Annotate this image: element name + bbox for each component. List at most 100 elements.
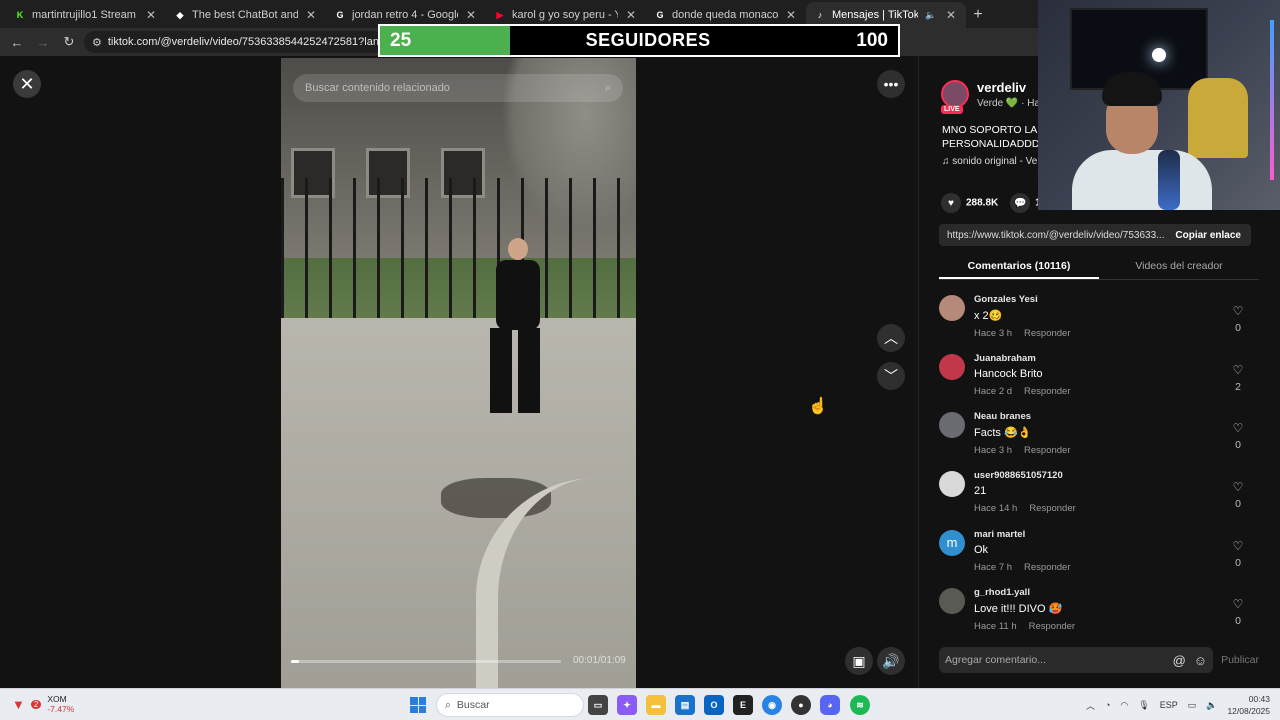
video-player[interactable]: Buscar contenido relacionado ⌕ 00:01/01:… bbox=[281, 58, 636, 688]
comment-avatar[interactable]: m bbox=[939, 529, 965, 556]
video-progress-bar[interactable] bbox=[291, 660, 561, 663]
comment-avatar[interactable] bbox=[939, 588, 965, 615]
video-link-text[interactable]: https://www.tiktok.com/@verdeliv/video/7… bbox=[939, 230, 1165, 241]
mention-icon[interactable]: @ bbox=[1173, 653, 1186, 668]
like-stat[interactable]: ♥ 288.8K bbox=[941, 193, 998, 213]
new-tab-button[interactable]: + bbox=[966, 2, 990, 28]
reply-button[interactable]: Responder bbox=[1024, 328, 1070, 339]
heart-outline-icon[interactable]: ♡ bbox=[1231, 304, 1245, 318]
comment-username[interactable]: mari martel bbox=[974, 529, 1071, 540]
tab-comments[interactable]: Comentarios (10116) bbox=[939, 256, 1099, 279]
wifi-icon[interactable]: ◠ bbox=[1120, 700, 1128, 711]
reply-button[interactable]: Responder bbox=[1024, 445, 1070, 456]
language-indicator[interactable]: ESP bbox=[1160, 700, 1178, 710]
tab-creator-videos[interactable]: Videos del creador bbox=[1099, 256, 1259, 279]
webcam-microphone bbox=[1158, 150, 1180, 210]
live-badge: LIVE bbox=[941, 105, 963, 114]
comment-avatar[interactable] bbox=[939, 353, 965, 380]
epic-games-icon[interactable]: E bbox=[733, 695, 753, 715]
start-button[interactable] bbox=[410, 697, 426, 713]
reply-button[interactable]: Responder bbox=[1029, 621, 1075, 632]
like-count: 288.8K bbox=[966, 197, 999, 209]
publish-button[interactable]: Publicar bbox=[1221, 654, 1259, 666]
browser-tab[interactable]: ◆ The best ChatBot and Widgets ✕ bbox=[166, 2, 326, 28]
close-tab-icon[interactable]: ✕ bbox=[944, 8, 958, 22]
volume-icon[interactable]: 🔈 bbox=[1206, 700, 1217, 711]
comment-input[interactable]: Agregar comentario... @ ☺ bbox=[939, 647, 1214, 673]
browser-tab-title: martintrujillo1 Stream - Watch bbox=[32, 9, 138, 21]
close-video-button[interactable]: ✕ bbox=[13, 70, 41, 98]
copilot-icon[interactable]: ✦ bbox=[617, 695, 637, 715]
tab-audio-icon[interactable]: 🔈 bbox=[924, 10, 938, 21]
close-tab-icon[interactable]: ✕ bbox=[624, 8, 638, 22]
emoji-icon[interactable]: ☺ bbox=[1194, 653, 1207, 668]
site-info-icon[interactable]: ⚙ bbox=[92, 36, 102, 49]
comment-item: Neau branes Facts 😂👌 Hace 3 h Responder ♡ 0 bbox=[939, 411, 1259, 470]
comment-avatar[interactable] bbox=[939, 295, 965, 321]
floating-player-button[interactable]: ▣ bbox=[845, 647, 873, 675]
comment-avatar[interactable] bbox=[939, 471, 965, 498]
copy-link-button[interactable]: Copiar enlace bbox=[1165, 230, 1251, 241]
spotify-icon[interactable]: ≋ bbox=[850, 695, 870, 715]
streamer bbox=[1072, 72, 1218, 210]
close-tab-icon[interactable]: ✕ bbox=[144, 8, 158, 22]
speaker-icon: 🔊 bbox=[882, 652, 900, 669]
task-view-icon[interactable]: ▭ bbox=[588, 695, 608, 715]
store-icon[interactable]: ▤ bbox=[675, 695, 695, 715]
video-description-line: MNO SOPORTO LA bbox=[942, 124, 1038, 136]
volume-button[interactable]: 🔊 bbox=[877, 647, 905, 675]
browser-tab[interactable]: Kmartintrujillo1 Stream - Watch ✕ bbox=[6, 2, 166, 28]
heart-outline-icon[interactable]: ♡ bbox=[1231, 363, 1245, 377]
close-tab-icon[interactable]: ✕ bbox=[464, 8, 478, 22]
close-tab-icon[interactable]: ✕ bbox=[304, 8, 318, 22]
clock[interactable]: 00:43 12/08/2025 bbox=[1227, 693, 1270, 717]
browser-tab-title: donde queda monaco - Google bbox=[672, 9, 778, 21]
mouse-cursor-icon: ☝ bbox=[808, 398, 828, 415]
network-icon[interactable]: ◔ bbox=[1105, 700, 1110, 710]
comment-username[interactable]: Juanabraham bbox=[974, 353, 1071, 364]
comment-time: Hace 11 h bbox=[974, 621, 1017, 633]
comment-username[interactable]: user9088651057120 bbox=[974, 470, 1076, 481]
display-icon[interactable]: ▭ bbox=[1188, 700, 1197, 711]
heart-outline-icon[interactable]: ♡ bbox=[1231, 480, 1245, 494]
outlook-icon[interactable]: O bbox=[704, 695, 724, 715]
file-explorer-icon[interactable]: ▬ bbox=[646, 695, 666, 715]
comment-like-count: 0 bbox=[1235, 556, 1241, 569]
reply-button[interactable]: Responder bbox=[1024, 562, 1070, 573]
taskbar-search[interactable]: ⌕ Buscar bbox=[436, 693, 584, 717]
author-header[interactable]: LIVE verdeliv Verde 💚 · Ha bbox=[941, 80, 1040, 114]
reload-button[interactable]: ↻ bbox=[58, 31, 80, 53]
sound-link[interactable]: ♫ sonido original - Ve bbox=[942, 156, 1037, 167]
comment-username[interactable]: g_rhod1.yall bbox=[974, 587, 1075, 598]
next-video-button[interactable]: ﹀ bbox=[877, 362, 905, 390]
discord-icon[interactable]: ◕ bbox=[820, 695, 840, 715]
tray-overflow-icon[interactable]: ︿ bbox=[1086, 699, 1095, 712]
comment-username[interactable]: Neau branes bbox=[974, 411, 1071, 422]
previous-video-button[interactable]: ︿ bbox=[877, 324, 905, 352]
heart-outline-icon[interactable]: ♡ bbox=[1231, 539, 1245, 553]
obs-icon[interactable]: ● bbox=[791, 695, 811, 715]
search-icon[interactable]: ⌕ bbox=[605, 82, 611, 95]
system-tray: ︿ ◔ ◠ 🎙 ESP ▭ 🔈 00:43 12/08/2025 bbox=[1086, 693, 1270, 717]
heart-outline-icon[interactable]: ♡ bbox=[1231, 421, 1245, 435]
author-name[interactable]: verdeliv bbox=[977, 80, 1040, 95]
chrome-icon[interactable]: ◉ bbox=[762, 695, 782, 715]
back-button[interactable]: ← bbox=[6, 31, 28, 53]
related-search-input[interactable]: Buscar contenido relacionado ⌕ bbox=[293, 74, 623, 102]
reply-button[interactable]: Responder bbox=[1024, 386, 1070, 397]
heart-outline-icon[interactable]: ♡ bbox=[1231, 597, 1245, 611]
comment-username[interactable]: Gonzales Yesi bbox=[974, 294, 1071, 305]
reply-button[interactable]: Responder bbox=[1029, 503, 1075, 514]
microphone-icon[interactable]: 🎙 bbox=[1138, 700, 1149, 711]
comment-avatar[interactable] bbox=[939, 412, 965, 439]
comment-text: Love it!!! DIVO 🥵 bbox=[974, 603, 1063, 616]
author-avatar[interactable]: LIVE bbox=[941, 80, 969, 114]
close-tab-icon[interactable]: ✕ bbox=[784, 8, 798, 22]
address-bar[interactable]: ⚙ tiktok.com/@verdeliv/video/75363385442… bbox=[84, 31, 384, 53]
taskbar-search-label: Buscar bbox=[456, 699, 490, 711]
more-options-button[interactable]: ••• bbox=[877, 70, 905, 98]
forward-button[interactable]: → bbox=[32, 31, 54, 53]
comment-time: Hace 3 h bbox=[974, 445, 1013, 457]
video-timecode: 00:01/01:09 bbox=[573, 655, 626, 666]
stock-widget[interactable]: ▼ 2 XOM -7.47% bbox=[12, 694, 74, 714]
